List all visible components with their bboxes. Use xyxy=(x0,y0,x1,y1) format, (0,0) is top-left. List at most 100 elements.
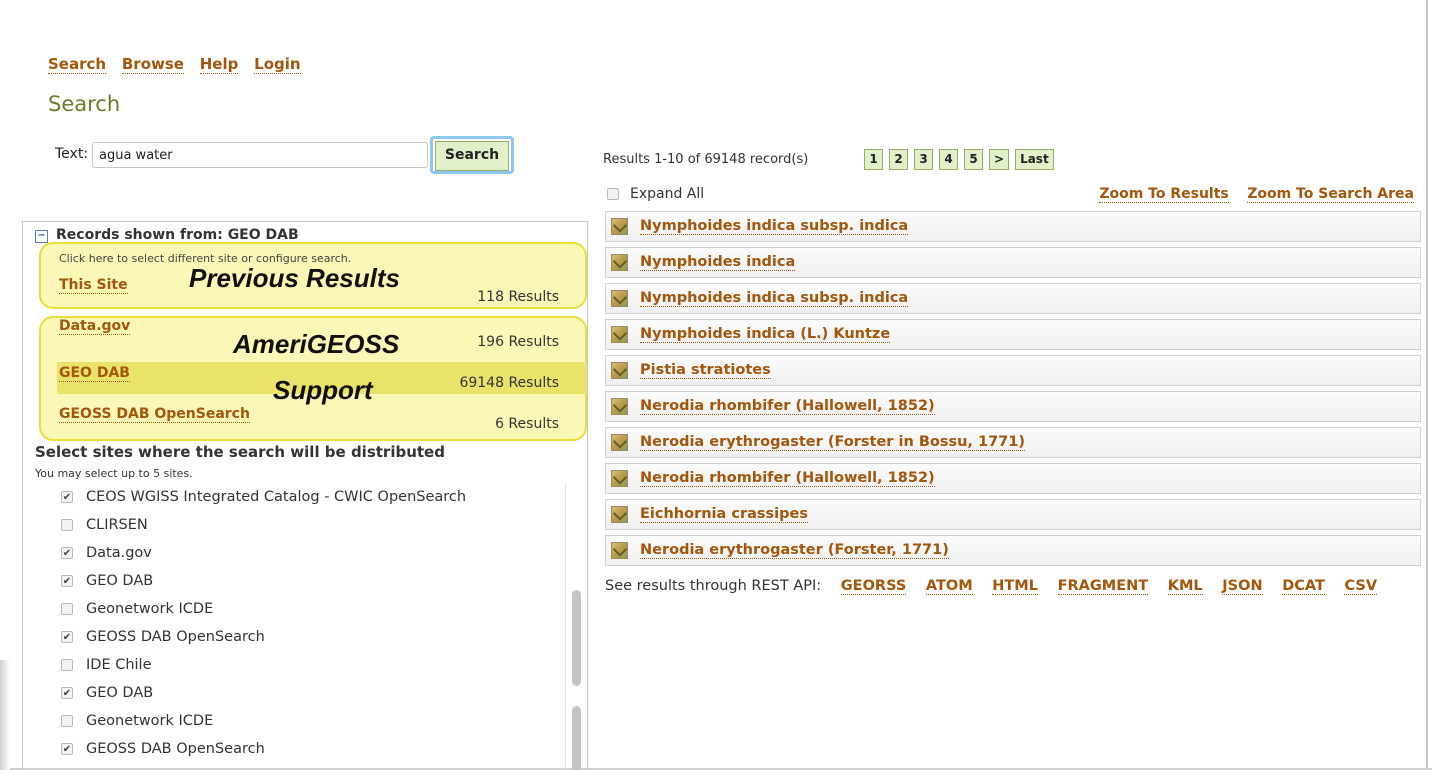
top-nav: Search Browse Help Login xyxy=(48,55,312,74)
map-record-icon[interactable] xyxy=(611,434,628,451)
expand-all-label: Expand All xyxy=(630,186,705,202)
result-title-link[interactable]: Pistia stratiotes xyxy=(640,362,771,379)
map-record-icon[interactable] xyxy=(611,542,628,559)
page-button-2[interactable]: 2 xyxy=(889,149,908,170)
zoom-links: Zoom To Results Zoom To Search Area xyxy=(1085,186,1414,203)
last-page-button[interactable]: Last xyxy=(1015,149,1054,170)
site-link-geo-dab[interactable]: GEO DAB xyxy=(59,365,130,382)
records-header-label: Records shown from: GEO DAB xyxy=(56,227,299,243)
site-link-this-site[interactable]: This Site xyxy=(59,277,128,294)
site-option[interactable]: ✔ Data.gov xyxy=(61,539,466,567)
map-record-icon[interactable] xyxy=(611,254,628,271)
site-checkbox[interactable]: ✔ xyxy=(61,547,73,559)
site-checkbox[interactable]: ✔ xyxy=(61,491,73,503)
site-checkbox[interactable] xyxy=(61,603,73,615)
result-row[interactable]: Nymphoides indica subsp. indica xyxy=(605,283,1421,314)
site-option[interactable]: ✔ GEOSS DAB OpenSearch xyxy=(61,623,466,651)
rest-csv-link[interactable]: CSV xyxy=(1344,578,1378,595)
map-record-icon[interactable] xyxy=(611,218,628,235)
rest-dcat-link[interactable]: DCAT xyxy=(1282,578,1325,595)
page-button-1[interactable]: 1 xyxy=(864,149,883,170)
result-row[interactable]: Nerodia rhombifer (Hallowell, 1852) xyxy=(605,463,1421,494)
result-title-link[interactable]: Nerodia rhombifer (Hallowell, 1852) xyxy=(640,470,935,487)
site-link-data-gov[interactable]: Data.gov xyxy=(59,318,131,335)
site-checkbox[interactable] xyxy=(61,659,73,671)
site-count-this-site: 118 Results xyxy=(477,289,559,305)
result-row[interactable]: Nerodia erythrogaster (Forster in Bossu,… xyxy=(605,427,1421,458)
result-title-link[interactable]: Nerodia rhombifer (Hallowell, 1852) xyxy=(640,398,935,415)
nav-browse-link[interactable]: Browse xyxy=(121,55,184,74)
site-option[interactable]: CLIRSEN xyxy=(61,511,466,539)
page-button-5[interactable]: 5 xyxy=(964,149,983,170)
site-option[interactable]: Geonetwork ICDE xyxy=(61,595,466,623)
page-button-3[interactable]: 3 xyxy=(914,149,933,170)
site-link-geoss-dab-opensearch[interactable]: GEOSS DAB OpenSearch xyxy=(59,406,250,423)
rest-json-link[interactable]: JSON xyxy=(1222,578,1263,595)
site-checkbox[interactable] xyxy=(61,519,73,531)
result-title-link[interactable]: Nerodia erythrogaster (Forster in Bossu,… xyxy=(640,434,1025,451)
result-title-link[interactable]: Nymphoides indica xyxy=(640,254,796,271)
rest-fragment-link[interactable]: FRAGMENT xyxy=(1057,578,1149,595)
site-checkbox[interactable]: ✔ xyxy=(61,687,73,699)
result-row[interactable]: Nymphoides indica (L.) Kuntze xyxy=(605,319,1421,350)
site-option-label: CLIRSEN xyxy=(86,517,148,533)
site-checkbox[interactable]: ✔ xyxy=(61,743,73,755)
map-record-icon[interactable] xyxy=(611,506,628,523)
result-row[interactable]: Nymphoides indica xyxy=(605,247,1421,278)
rest-kml-link[interactable]: KML xyxy=(1167,578,1203,595)
window-right-edge xyxy=(1426,0,1428,770)
site-option-label: Data.gov xyxy=(86,545,152,561)
site-option-label: GEOSS DAB OpenSearch xyxy=(86,629,265,645)
site-option[interactable]: ✔ GEO DAB xyxy=(61,679,466,707)
result-row[interactable]: Nerodia rhombifer (Hallowell, 1852) xyxy=(605,391,1421,422)
result-title-link[interactable]: Eichhornia crassipes xyxy=(640,506,808,523)
page-title: Search xyxy=(48,92,121,116)
rest-atom-link[interactable]: ATOM xyxy=(925,578,973,595)
result-row[interactable]: Nerodia erythrogaster (Forster, 1771) xyxy=(605,535,1421,566)
result-title-link[interactable]: Nymphoides indica subsp. indica xyxy=(640,290,909,307)
zoom-to-search-area-link[interactable]: Zoom To Search Area xyxy=(1247,186,1414,203)
next-page-button[interactable]: > xyxy=(989,149,1010,170)
map-record-icon[interactable] xyxy=(611,398,628,415)
map-record-icon[interactable] xyxy=(611,362,628,379)
result-row[interactable]: Pistia stratiotes xyxy=(605,355,1421,386)
nav-login-link[interactable]: Login xyxy=(254,55,301,74)
site-option[interactable]: ✔ GEOSS DAB OpenSearch xyxy=(61,735,466,763)
pagination: 1 2 3 4 5 > Last xyxy=(864,149,1054,170)
rest-html-link[interactable]: HTML xyxy=(992,578,1038,595)
site-option-label: Geonetwork ICDE xyxy=(86,601,214,617)
site-option[interactable]: ✔ GEO DAB xyxy=(61,567,466,595)
map-record-icon[interactable] xyxy=(611,470,628,487)
site-checkbox[interactable]: ✔ xyxy=(61,631,73,643)
site-checkbox[interactable] xyxy=(61,715,73,727)
map-record-icon[interactable] xyxy=(611,326,628,343)
search-button[interactable]: Search xyxy=(430,136,514,174)
page-button-4[interactable]: 4 xyxy=(939,149,958,170)
site-option[interactable]: IDE Chile xyxy=(61,651,466,679)
search-text-label: Text: xyxy=(55,146,89,162)
result-title-link[interactable]: Nymphoides indica (L.) Kuntze xyxy=(640,326,891,343)
result-title-link[interactable]: Nymphoides indica subsp. indica xyxy=(640,218,909,235)
scrollbar-thumb-lower[interactable] xyxy=(572,706,581,770)
map-record-icon[interactable] xyxy=(611,290,628,307)
collapse-icon[interactable]: − xyxy=(35,230,48,243)
result-title-link[interactable]: Nerodia erythrogaster (Forster, 1771) xyxy=(640,542,949,559)
scrollbar-thumb[interactable] xyxy=(572,590,581,686)
result-row[interactable]: Nymphoides indica subsp. indica xyxy=(605,211,1421,242)
results-summary: Results 1-10 of 69148 record(s) xyxy=(603,152,809,167)
nav-help-link[interactable]: Help xyxy=(199,55,239,74)
site-count-data-gov: 196 Results xyxy=(477,334,559,350)
nav-search-link[interactable]: Search xyxy=(48,55,107,74)
records-header[interactable]: − Records shown from: GEO DAB xyxy=(35,227,299,243)
expand-all-checkbox[interactable] xyxy=(607,188,619,200)
result-row[interactable]: Eichhornia crassipes xyxy=(605,499,1421,530)
site-option[interactable]: Geonetwork ICDE xyxy=(61,707,466,735)
site-checkbox[interactable]: ✔ xyxy=(61,575,73,587)
site-option[interactable]: ✔ CEOS WGISS Integrated Catalog - CWIC Op… xyxy=(61,483,466,511)
rest-georss-link[interactable]: GEORSS xyxy=(840,578,907,595)
expand-all-toggle[interactable]: Expand All xyxy=(607,186,704,202)
site-option-label: CEOS WGISS Integrated Catalog - CWIC Ope… xyxy=(86,489,467,505)
search-input[interactable] xyxy=(92,142,428,168)
site-option-label: GEO DAB xyxy=(86,685,154,701)
zoom-to-results-link[interactable]: Zoom To Results xyxy=(1099,186,1229,203)
